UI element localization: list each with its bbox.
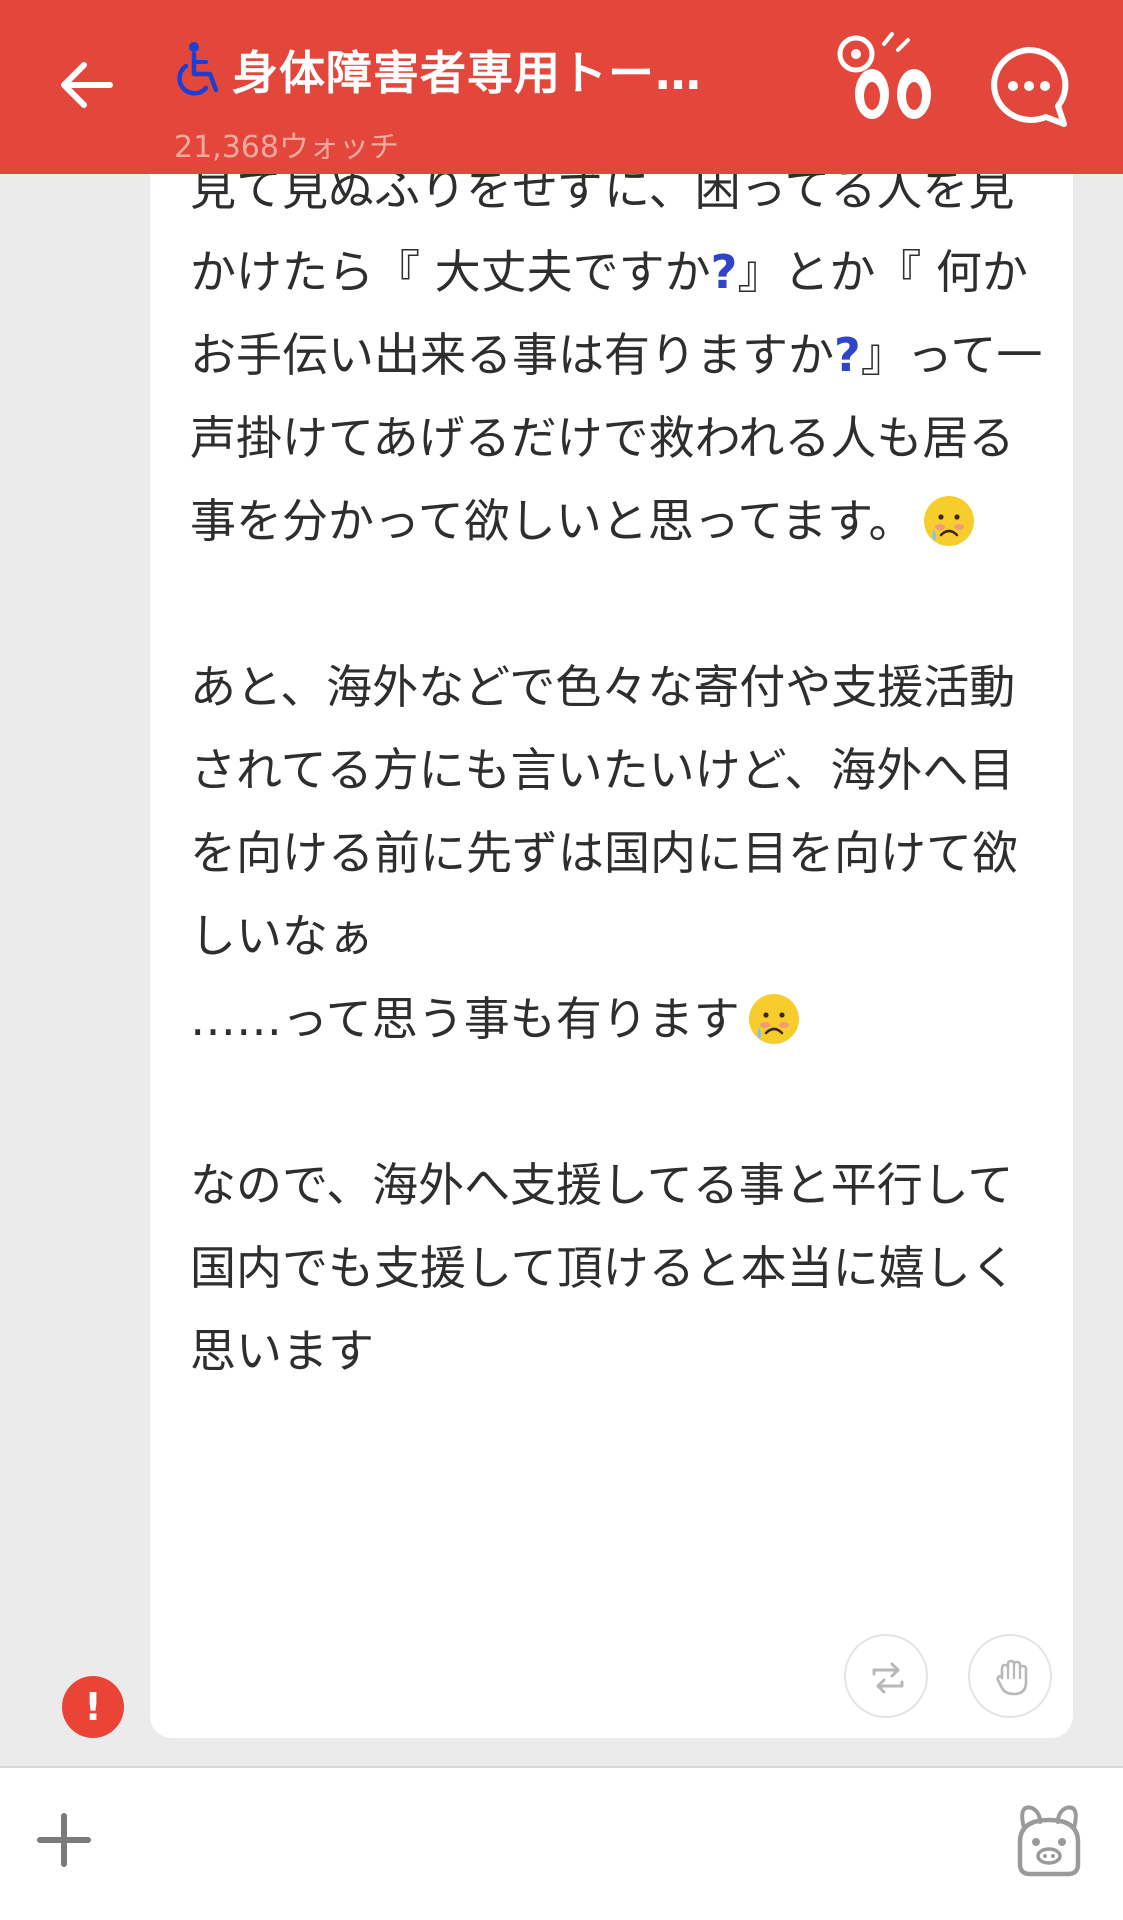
back-button[interactable] xyxy=(52,50,122,120)
wheelchair-icon xyxy=(177,42,219,96)
watch-eyes-icon xyxy=(837,32,931,119)
chat-bubble-icon xyxy=(991,47,1069,127)
bottom-bar xyxy=(0,1766,1123,1920)
arrow-left-icon xyxy=(61,62,113,108)
watch-button[interactable] xyxy=(832,30,942,130)
question-icon: ? xyxy=(710,245,738,299)
watch-count: 21,368ウォッチ xyxy=(174,130,399,165)
title-row[interactable]: 身体障害者専用トー… xyxy=(172,30,812,110)
plus-icon xyxy=(37,1813,91,1867)
sad-face-tear-icon xyxy=(923,496,974,546)
report-button[interactable]: ! xyxy=(62,1676,124,1738)
message-body: 見て見ぬふりをせずに、困ってる人を見かけたら『 大丈夫ですか?』とか『 何かお手… xyxy=(190,148,1050,1393)
question-icon: ? xyxy=(834,328,861,382)
mascot-icon xyxy=(1017,1805,1081,1877)
message-text-part: なので、海外へ支援してる事と平行して国内でも支援して頂けると本当に嬉しく思います xyxy=(190,1158,1017,1378)
clap-hands-icon xyxy=(996,1659,1028,1696)
app-header: 身体障害者専用トー… 21,368ウォッチ xyxy=(0,0,1123,174)
add-button[interactable] xyxy=(36,1812,92,1868)
mascot-button[interactable] xyxy=(1008,1798,1090,1880)
clap-button[interactable] xyxy=(968,1634,1052,1718)
sad-face-tear-icon xyxy=(748,994,799,1044)
repost-icon xyxy=(872,1662,904,1694)
message-text-part: あと、海外などで色々な寄付や支援活動されてる方にも言いたいけど、海外へ目を向ける… xyxy=(190,660,1018,1046)
page-title: 身体障害者専用トー… xyxy=(232,46,702,100)
chat-button[interactable] xyxy=(986,44,1072,130)
repost-button[interactable] xyxy=(844,1634,928,1718)
